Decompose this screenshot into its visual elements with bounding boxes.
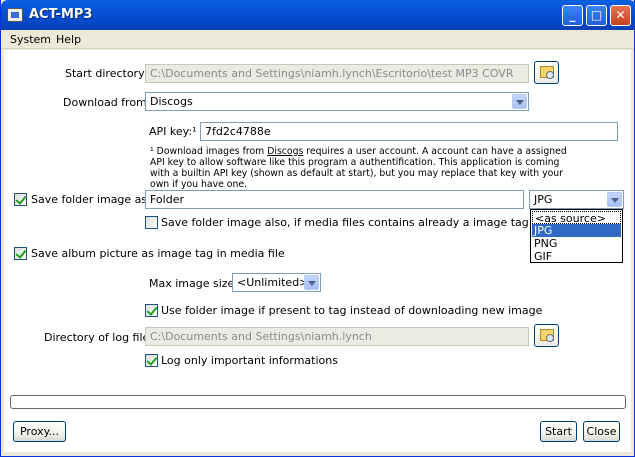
format-option-gif[interactable]: GIF [532,250,621,263]
save-folder-image-checkbox[interactable] [14,193,27,206]
proxy-button[interactable]: Proxy... [13,421,66,442]
folder-search-icon [540,66,554,79]
max-image-size-label: Max image size: [149,277,239,290]
use-folder-image-checkbox[interactable] [145,304,158,317]
log-directory-field: C:\Documents and Settings\niamh.lynch [145,327,529,346]
folder-image-format-select[interactable]: JPG [529,190,624,209]
minimize-button[interactable]: _ [562,5,583,26]
start-button[interactable]: Start [540,421,577,442]
title-bar[interactable]: ACT-MP3 _ □ ✕ [1,0,635,30]
progress-bar [10,395,626,409]
close-window-button[interactable]: ✕ [610,5,631,26]
app-icon [7,8,23,22]
folder-search-icon [540,329,554,342]
api-key-note: ¹ Download images from Discogs requires … [150,146,570,190]
app-window: ACT-MP3 _ □ ✕ System Help Start director… [0,0,635,457]
browse-log-directory-button[interactable] [534,324,559,347]
start-directory-field: C:\Documents and Settings\niamh.lynch\Es… [145,64,529,83]
save-folder-image-also-label: Save folder image also, if media files c… [161,216,529,229]
api-key-footnote-mark: ¹ [192,125,197,138]
api-key-label-text: API key: [149,125,193,138]
download-from-select[interactable]: Discogs [145,92,529,111]
save-folder-image-label: Save folder image as: [31,193,151,206]
format-option-png[interactable]: PNG [532,237,621,250]
browse-start-directory-button[interactable] [534,61,559,84]
discogs-link[interactable]: Discogs [267,146,303,157]
menu-help[interactable]: Help [56,33,81,46]
chevron-down-icon[interactable] [304,275,319,290]
format-option-as-source[interactable]: <as source> [532,211,621,225]
main-panel: Start directory: C:\Documents and Settin… [4,50,631,452]
window-title: ACT-MP3 [29,7,93,22]
start-directory-label: Start directory: [65,67,148,80]
menu-bar: System Help [1,30,634,49]
log-important-label: Log only important informations [161,354,338,367]
max-image-size-select[interactable]: <Unlimited> [232,273,321,292]
chevron-down-icon[interactable] [512,94,527,109]
download-from-label: Download from: [63,96,151,109]
maximize-button[interactable]: □ [586,5,607,26]
save-album-picture-checkbox[interactable] [14,247,27,260]
download-from-value: Discogs [150,95,193,108]
api-key-note-prefix: ¹ Download images from [150,146,268,157]
api-key-label: API key:¹ [149,125,196,138]
max-image-size-value: <Unlimited> [237,276,309,289]
chevron-down-icon[interactable] [607,192,622,207]
folder-image-name-input[interactable]: Folder [145,190,524,209]
log-directory-label: Directory of log file: [44,331,154,344]
use-folder-image-label: Use folder image if present to tag inste… [161,304,543,317]
api-key-input[interactable]: 7fd2c4788e [200,122,618,141]
menu-system[interactable]: System [10,33,51,46]
log-important-checkbox[interactable] [145,354,158,367]
save-album-picture-label: Save album picture as image tag in media… [31,247,285,260]
save-folder-image-also-checkbox[interactable] [145,216,158,229]
close-button[interactable]: Close [583,421,620,442]
folder-image-format-value: JPG [534,193,553,206]
format-dropdown-list: <as source> JPG PNG GIF [530,209,623,263]
format-option-jpg[interactable]: JPG [532,224,621,237]
